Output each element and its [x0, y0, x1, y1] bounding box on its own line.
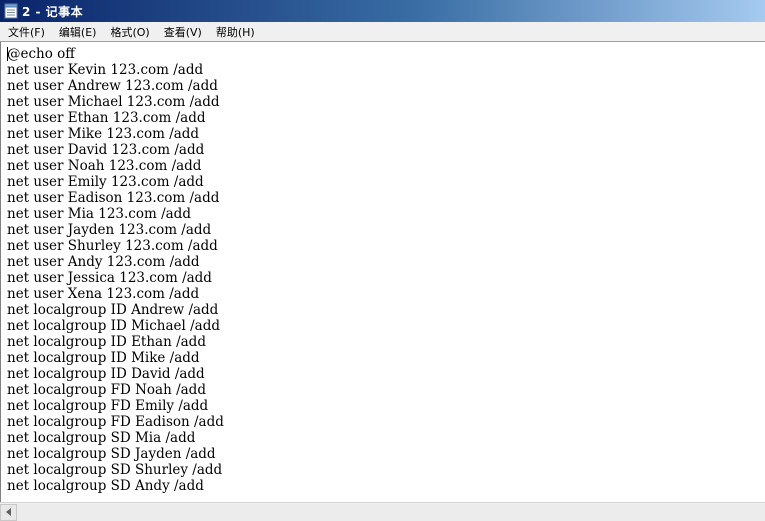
text-line[interactable]: net localgroup FD Noah /add: [7, 382, 224, 398]
scroll-track[interactable]: [17, 503, 765, 521]
horizontal-scrollbar[interactable]: [0, 502, 765, 521]
text-line[interactable]: net user Mike 123.com /add: [7, 126, 224, 142]
text-line[interactable]: net localgroup FD Emily /add: [7, 398, 224, 414]
text-editor[interactable]: @echo off net user Kevin 123.com /add net …: [0, 42, 765, 502]
text-line[interactable]: @echo off: [7, 46, 224, 62]
text-line[interactable]: net localgroup SD Shurley /add: [7, 462, 224, 478]
menu-file[interactable]: 文件(F): [2, 24, 51, 40]
text-line[interactable]: net user Jessica 123.com /add: [7, 270, 224, 286]
text-line[interactable]: net user Mia 123.com /add: [7, 206, 224, 222]
text-line[interactable]: net user Eadison 123.com /add: [7, 190, 224, 206]
scroll-left-button[interactable]: [0, 503, 17, 521]
text-line[interactable]: net user Andy 123.com /add: [7, 254, 224, 270]
text-line[interactable]: net user Jayden 123.com /add: [7, 222, 224, 238]
text-line[interactable]: net user Emily 123.com /add: [7, 174, 224, 190]
menu-format[interactable]: 格式(O): [104, 24, 155, 40]
menu-help[interactable]: 帮助(H): [210, 24, 261, 40]
text-line[interactable]: net user Shurley 123.com /add: [7, 238, 224, 254]
text-line[interactable]: net localgroup SD Andy /add: [7, 478, 224, 494]
text-line[interactable]: net user Ethan 123.com /add: [7, 110, 224, 126]
text-line[interactable]: net localgroup SD Mia /add: [7, 430, 224, 446]
text-line[interactable]: net user Andrew 123.com /add: [7, 78, 224, 94]
text-line[interactable]: net user David 123.com /add: [7, 142, 224, 158]
text-line[interactable]: net user Xena 123.com /add: [7, 286, 224, 302]
text-caret: [7, 47, 8, 61]
text-line[interactable]: net user Michael 123.com /add: [7, 94, 224, 110]
text-line[interactable]: net localgroup ID Mike /add: [7, 350, 224, 366]
text-line[interactable]: net localgroup ID Michael /add: [7, 318, 224, 334]
notepad-window: 2 - 记事本 文件(F) 编辑(E) 格式(O) 查看(V) 帮助(H) @e…: [0, 0, 765, 521]
title-bar[interactable]: 2 - 记事本: [0, 0, 765, 22]
text-line[interactable]: net localgroup ID Andrew /add: [7, 302, 224, 318]
arrow-left-icon: [5, 508, 11, 516]
menu-view[interactable]: 查看(V): [158, 24, 208, 40]
text-line[interactable]: net localgroup ID Ethan /add: [7, 334, 224, 350]
menu-bar: 文件(F) 编辑(E) 格式(O) 查看(V) 帮助(H): [0, 22, 765, 42]
text-line[interactable]: net user Kevin 123.com /add: [7, 62, 224, 78]
notepad-icon: [4, 3, 18, 19]
text-line[interactable]: net user Noah 123.com /add: [7, 158, 224, 174]
document-text[interactable]: @echo off net user Kevin 123.com /add net …: [7, 46, 224, 494]
menu-edit[interactable]: 编辑(E): [53, 24, 103, 40]
text-line[interactable]: net localgroup ID David /add: [7, 366, 224, 382]
text-line[interactable]: net localgroup FD Eadison /add: [7, 414, 224, 430]
text-line[interactable]: net localgroup SD Jayden /add: [7, 446, 224, 462]
window-title: 2 - 记事本: [22, 4, 84, 19]
